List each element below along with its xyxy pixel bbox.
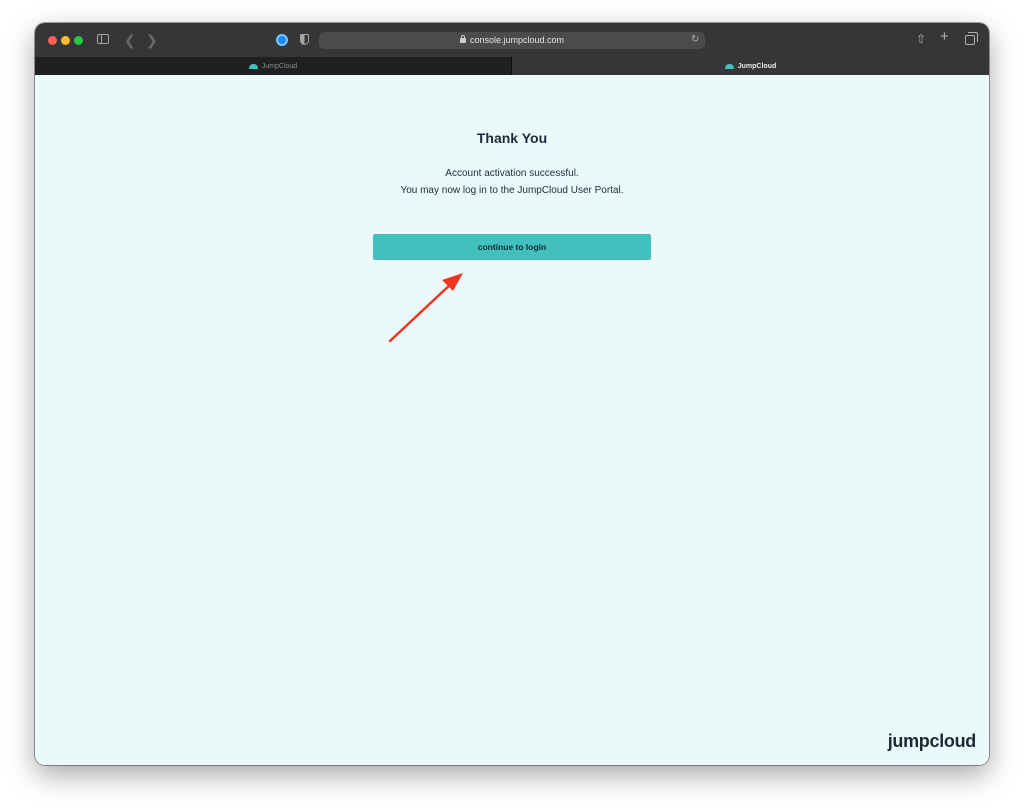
forward-arrow-icon[interactable]: ❯ bbox=[146, 33, 158, 47]
reload-icon[interactable]: ↻ bbox=[691, 33, 699, 47]
tab-label: JumpCloud bbox=[737, 62, 777, 70]
jumpcloud-logo: jumpcloud bbox=[887, 731, 977, 751]
password-manager-icon[interactable] bbox=[276, 34, 288, 46]
annotation-arrow-shaft bbox=[388, 281, 454, 343]
login-instruction-message: You may now log in to the JumpCloud User… bbox=[400, 185, 624, 196]
minimize-window-button[interactable] bbox=[61, 36, 70, 45]
url-text: console.jumpcloud.com bbox=[469, 35, 565, 45]
close-window-button[interactable] bbox=[48, 36, 57, 45]
tab-label: JumpCloud bbox=[261, 62, 298, 70]
tab-jumpcloud-inactive[interactable]: JumpCloud bbox=[35, 57, 512, 75]
page-title: Thank You bbox=[476, 130, 548, 146]
address-text: console.jumpcloud.com bbox=[319, 34, 705, 47]
lock-icon bbox=[459, 35, 466, 43]
privacy-shield-icon[interactable] bbox=[300, 34, 309, 45]
jumpcloud-favicon-icon bbox=[724, 63, 734, 69]
annotation-arrow-head bbox=[442, 273, 463, 291]
activation-message: Account activation successful. bbox=[445, 168, 579, 179]
tab-strip: JumpCloud JumpCloud bbox=[35, 57, 989, 75]
zoom-window-button[interactable] bbox=[74, 36, 83, 45]
browser-window: ❮ ❯ console.jumpcloud.com ↻ ⇧ + JumpClou… bbox=[35, 23, 989, 765]
tab-jumpcloud-active[interactable]: JumpCloud bbox=[512, 57, 989, 75]
jumpcloud-favicon-icon bbox=[248, 63, 258, 69]
back-arrow-icon[interactable]: ❮ bbox=[124, 33, 136, 47]
continue-to-login-button[interactable]: continue to login bbox=[373, 234, 651, 260]
tab-overview-icon[interactable] bbox=[965, 32, 978, 45]
new-tab-plus-icon[interactable]: + bbox=[940, 29, 949, 44]
share-icon[interactable]: ⇧ bbox=[916, 32, 926, 46]
browser-toolbar: ❮ ❯ console.jumpcloud.com ↻ ⇧ + bbox=[35, 23, 989, 57]
address-bar[interactable]: console.jumpcloud.com bbox=[319, 32, 705, 49]
sidebar-toggle-icon[interactable] bbox=[97, 34, 109, 44]
page-content: Thank You Account activation successful.… bbox=[35, 75, 989, 765]
